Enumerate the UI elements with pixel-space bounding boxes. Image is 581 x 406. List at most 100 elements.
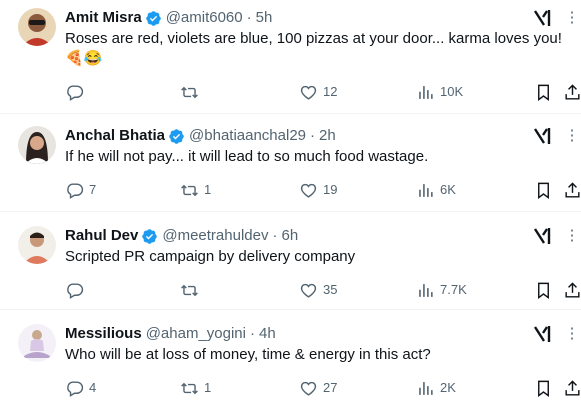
grok-icon[interactable] bbox=[532, 226, 554, 246]
timestamp[interactable]: 4h bbox=[259, 324, 276, 344]
heart-icon bbox=[300, 283, 317, 298]
bookmark-button[interactable] bbox=[534, 280, 553, 300]
heart-icon bbox=[300, 381, 317, 396]
like-count: 12 bbox=[323, 84, 338, 99]
views-button[interactable]: 2K bbox=[416, 378, 456, 398]
retweet-button[interactable]: 1 bbox=[180, 180, 211, 200]
view-count: 7.7K bbox=[440, 282, 467, 297]
more-options-icon[interactable]: ⋮ bbox=[562, 324, 581, 344]
reply-button[interactable] bbox=[65, 280, 89, 300]
timestamp[interactable]: 6h bbox=[281, 226, 298, 246]
tweet-header: Rahul Dev @meetrahuldev · 6h bbox=[65, 226, 298, 246]
reply-icon bbox=[67, 182, 84, 199]
share-icon bbox=[565, 281, 580, 298]
like-button[interactable]: 12 bbox=[299, 82, 337, 102]
avatar[interactable] bbox=[18, 324, 56, 362]
grok-icon[interactable] bbox=[532, 126, 554, 146]
retweet-icon bbox=[181, 86, 198, 98]
reply-icon bbox=[67, 380, 84, 397]
reply-icon bbox=[67, 84, 84, 101]
reply-button[interactable]: 7 bbox=[65, 180, 96, 200]
like-button[interactable]: 19 bbox=[299, 180, 337, 200]
separator: · bbox=[250, 325, 255, 342]
view-count: 6K bbox=[440, 182, 456, 197]
reply-feed: Amit Misra @amit6060 · 5h ⋮ Roses are re… bbox=[0, 0, 581, 406]
like-count: 19 bbox=[323, 182, 338, 197]
separator: · bbox=[310, 127, 316, 144]
timestamp[interactable]: 5h bbox=[256, 8, 273, 28]
author-handle[interactable]: @meetrahuldev bbox=[162, 226, 268, 246]
tweet-actions: 7 1 19 6K bbox=[0, 180, 581, 200]
view-count: 10K bbox=[440, 84, 464, 99]
retweet-button[interactable]: 1 bbox=[180, 378, 211, 398]
avatar[interactable] bbox=[18, 126, 56, 164]
bookmark-button[interactable] bbox=[534, 82, 553, 102]
bookmark-button[interactable] bbox=[534, 180, 553, 200]
like-button[interactable]: 27 bbox=[299, 378, 337, 398]
tweet-text: Roses are red, violets are blue, 100 piz… bbox=[65, 29, 570, 69]
tweet-body: Roses are red, violets are blue, 100 piz… bbox=[65, 30, 562, 47]
reply-button[interactable]: 4 bbox=[65, 378, 96, 398]
more-options-icon[interactable]: ⋮ bbox=[562, 126, 581, 146]
bookmark-icon bbox=[538, 84, 549, 101]
author-name[interactable]: Amit Misra bbox=[65, 8, 142, 28]
separator: · bbox=[246, 9, 252, 26]
grok-icon[interactable] bbox=[532, 324, 554, 344]
share-button[interactable] bbox=[563, 82, 581, 102]
verified-badge-icon bbox=[145, 10, 162, 27]
tweet-body: Scripted PR campaign by delivery company bbox=[65, 248, 356, 265]
tweet-header: Amit Misra @amit6060 · 5h bbox=[65, 8, 272, 28]
author-name[interactable]: Rahul Dev bbox=[65, 226, 138, 246]
retweet-icon bbox=[181, 284, 198, 296]
views-icon bbox=[419, 85, 433, 99]
like-count: 27 bbox=[323, 380, 338, 395]
tweet[interactable]: Messilious @aham_yogini · 4h ⋮ Who will … bbox=[0, 310, 581, 406]
retweet-button[interactable] bbox=[180, 82, 204, 102]
avatar[interactable] bbox=[18, 8, 56, 46]
retweet-count: 1 bbox=[204, 380, 212, 395]
tweet-actions: 4 1 27 2K bbox=[0, 378, 581, 398]
tweet-text: If he will not pay... it will lead to so… bbox=[65, 147, 570, 167]
author-handle[interactable]: @bhatiaanchal29 bbox=[189, 126, 306, 146]
reply-count: 4 bbox=[89, 380, 97, 395]
tweet-body: If he will not pay... it will lead to so… bbox=[65, 148, 429, 165]
share-icon bbox=[565, 181, 580, 198]
tweet[interactable]: Rahul Dev @meetrahuldev · 6h ⋮ Scripted … bbox=[0, 212, 581, 310]
like-button[interactable]: 35 bbox=[299, 280, 337, 300]
author-handle[interactable]: @amit6060 bbox=[166, 8, 243, 28]
views-icon bbox=[419, 183, 433, 197]
retweet-icon bbox=[181, 184, 198, 196]
retweet-count: 1 bbox=[204, 182, 212, 197]
share-button[interactable] bbox=[563, 280, 581, 300]
reply-icon bbox=[67, 282, 84, 299]
retweet-button[interactable] bbox=[180, 280, 204, 300]
views-button[interactable]: 7.7K bbox=[416, 280, 467, 300]
tweet-text: Who will be at loss of money, time & ene… bbox=[65, 345, 570, 365]
tweet-text: Scripted PR campaign by delivery company bbox=[65, 247, 570, 267]
more-options-icon[interactable]: ⋮ bbox=[562, 226, 581, 246]
tweet[interactable]: Amit Misra @amit6060 · 5h ⋮ Roses are re… bbox=[0, 0, 581, 114]
tweet-actions: 12 10K bbox=[0, 82, 581, 102]
heart-icon bbox=[300, 85, 317, 100]
tweet-body: Who will be at loss of money, time & ene… bbox=[65, 346, 431, 363]
tweet-header: Anchal Bhatia @bhatiaanchal29 · 2h bbox=[65, 126, 336, 146]
share-button[interactable] bbox=[563, 378, 581, 398]
views-icon bbox=[419, 381, 433, 395]
reply-count: 7 bbox=[89, 182, 97, 197]
author-name[interactable]: Messilious bbox=[65, 324, 142, 344]
view-count: 2K bbox=[440, 380, 456, 395]
bookmark-button[interactable] bbox=[534, 378, 553, 398]
tweet[interactable]: Anchal Bhatia @bhatiaanchal29 · 2h ⋮ If … bbox=[0, 114, 581, 212]
reply-button[interactable] bbox=[65, 82, 89, 102]
views-button[interactable]: 6K bbox=[416, 180, 456, 200]
author-handle[interactable]: @aham_yogini bbox=[146, 324, 246, 344]
author-name[interactable]: Anchal Bhatia bbox=[65, 126, 165, 146]
grok-icon[interactable] bbox=[532, 8, 554, 28]
avatar[interactable] bbox=[18, 226, 56, 264]
views-button[interactable]: 10K bbox=[416, 82, 463, 102]
timestamp[interactable]: 2h bbox=[319, 126, 336, 146]
share-button[interactable] bbox=[563, 180, 581, 200]
more-options-icon[interactable]: ⋮ bbox=[562, 8, 581, 28]
bookmark-icon bbox=[538, 182, 549, 199]
tweet-emoji: 🍕😂 bbox=[65, 50, 103, 67]
